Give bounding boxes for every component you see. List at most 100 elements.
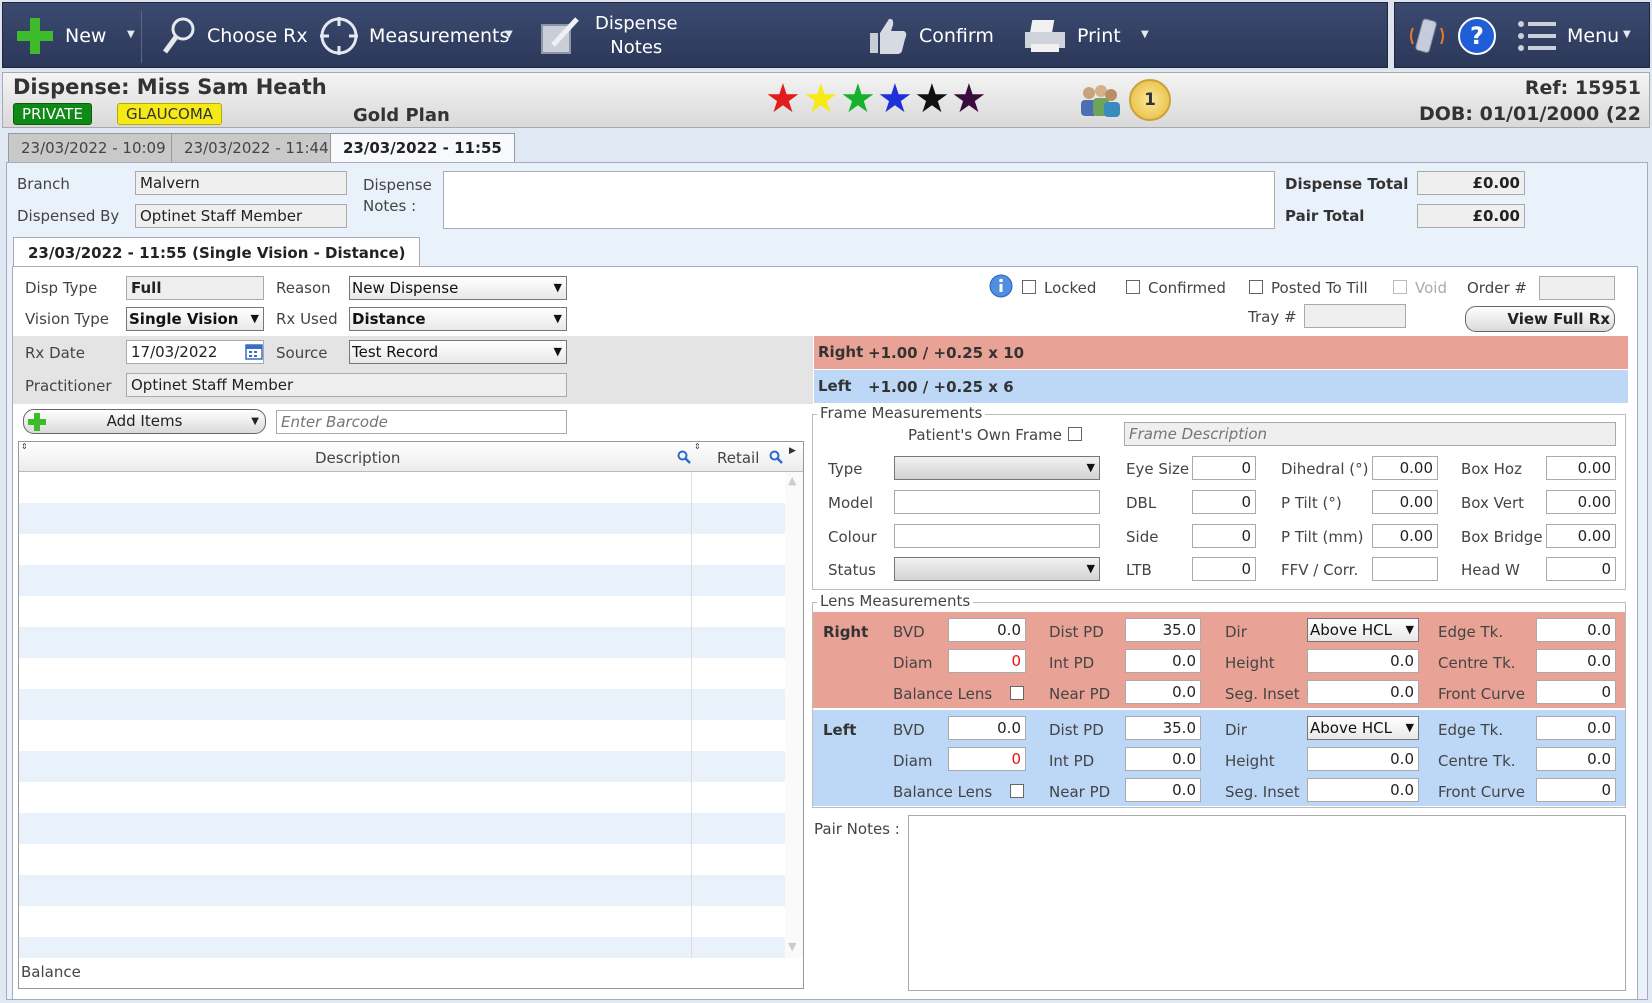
scroll-down-icon[interactable]: ▼: [788, 940, 796, 953]
sort-icon[interactable]: ⇕: [21, 442, 28, 451]
left-dist-pd-field[interactable]: 35.0: [1125, 716, 1201, 740]
right-centre-thickness-field[interactable]: 0.0: [1536, 649, 1616, 673]
tab-dispense-1[interactable]: 23/03/2022 - 10:09: [8, 133, 179, 163]
black-star-icon[interactable]: ★: [914, 79, 950, 119]
right-edge-thickness-field[interactable]: 0.0: [1536, 618, 1616, 642]
table-row[interactable]: [19, 658, 785, 689]
scroll-right-icon[interactable]: ▶: [789, 446, 796, 456]
table-row[interactable]: [19, 565, 785, 596]
right-dist-pd-field[interactable]: 35.0: [1125, 618, 1201, 642]
right-diameter-field[interactable]: 0: [948, 649, 1026, 673]
ltb-field[interactable]: 0: [1192, 557, 1256, 581]
add-items-button[interactable]: Add Items ▼: [23, 409, 266, 434]
confirmed-checkbox[interactable]: [1126, 280, 1140, 294]
confirm-button[interactable]: Confirm: [867, 11, 994, 61]
choose-rx-button[interactable]: Choose Rx: [161, 11, 308, 61]
dispense-notes-button[interactable]: Dispense Notes: [539, 11, 678, 61]
mobile-phone-button[interactable]: [1407, 11, 1447, 61]
practitioner-field[interactable]: Optinet Staff Member: [126, 373, 567, 397]
frame-description-input[interactable]: [1124, 422, 1616, 446]
left-height-field[interactable]: 0.0: [1307, 747, 1419, 771]
tab-dispense-2[interactable]: 23/03/2022 - 11:44: [171, 133, 342, 163]
left-seg-inset-field[interactable]: 0.0: [1307, 778, 1419, 802]
table-row[interactable]: [19, 689, 785, 720]
left-centre-thickness-field[interactable]: 0.0: [1536, 747, 1616, 771]
right-int-pd-field[interactable]: 0.0: [1125, 649, 1201, 673]
menu-dropdown-caret-icon[interactable]: ▼: [1623, 29, 1631, 40]
source-select[interactable]: Test Record: [349, 340, 567, 364]
search-icon[interactable]: [677, 450, 691, 464]
right-front-curve-field[interactable]: 0: [1536, 680, 1616, 704]
new-button[interactable]: New: [15, 11, 106, 61]
barcode-input[interactable]: [276, 410, 567, 434]
table-row[interactable]: [19, 503, 785, 534]
sort-icon[interactable]: ⇕: [694, 442, 701, 451]
scroll-up-icon[interactable]: ▲: [788, 474, 796, 487]
table-row[interactable]: [19, 875, 785, 906]
frame-model-field[interactable]: [894, 490, 1100, 514]
menu-button[interactable]: Menu: [1517, 11, 1619, 61]
tray-number-field[interactable]: [1304, 304, 1406, 328]
col-retail[interactable]: Retail: [717, 449, 759, 467]
frame-colour-field[interactable]: [894, 524, 1100, 548]
table-row[interactable]: [19, 534, 785, 565]
disp-type-field[interactable]: Full: [126, 276, 264, 300]
frame-status-select[interactable]: [894, 557, 1100, 581]
measurements-button[interactable]: Measurements: [319, 11, 509, 61]
left-edge-thickness-field[interactable]: 0.0: [1536, 716, 1616, 740]
right-seg-inset-field[interactable]: 0.0: [1307, 680, 1419, 704]
table-row[interactable]: [19, 720, 785, 751]
void-checkbox[interactable]: [1393, 280, 1407, 294]
box-vert-field[interactable]: 0.00: [1546, 490, 1616, 514]
vision-type-select[interactable]: Single Vision: [126, 307, 264, 331]
table-row[interactable]: [19, 751, 785, 782]
purple-star-icon[interactable]: ★: [951, 79, 987, 119]
eye-size-field[interactable]: 0: [1192, 456, 1256, 480]
calendar-icon[interactable]: [245, 342, 263, 360]
pantoscopic-tilt-mm-field[interactable]: 0.00: [1372, 524, 1438, 548]
reason-select[interactable]: New Dispense: [349, 276, 567, 300]
left-front-curve-field[interactable]: 0: [1536, 778, 1616, 802]
green-star-icon[interactable]: ★: [840, 79, 876, 119]
dihedral-field[interactable]: 0.00: [1372, 456, 1438, 480]
table-row[interactable]: [19, 937, 785, 958]
patients-own-frame-checkbox[interactable]: [1068, 427, 1082, 441]
branch-field[interactable]: Malvern: [135, 171, 347, 195]
pair-notes-textarea[interactable]: [908, 815, 1626, 991]
view-full-rx-button[interactable]: View Full Rx: [1465, 306, 1615, 332]
box-hoz-field[interactable]: 0.00: [1546, 456, 1616, 480]
pantoscopic-tilt-field[interactable]: 0.00: [1372, 490, 1438, 514]
blue-star-icon[interactable]: ★: [877, 79, 913, 119]
yellow-star-icon[interactable]: ★: [803, 79, 839, 119]
left-diameter-field[interactable]: 0: [948, 747, 1026, 771]
box-bridge-field[interactable]: 0.00: [1546, 524, 1616, 548]
table-row[interactable]: [19, 813, 785, 844]
ffv-corr-field[interactable]: [1372, 557, 1438, 581]
new-dropdown-caret-icon[interactable]: ▼: [127, 29, 135, 40]
count-badge[interactable]: 1: [1129, 79, 1171, 121]
tab-pair[interactable]: 23/03/2022 - 11:55 (Single Vision - Dist…: [13, 237, 421, 269]
head-width-field[interactable]: 0: [1546, 557, 1616, 581]
table-row[interactable]: [19, 627, 785, 658]
locked-checkbox[interactable]: [1022, 280, 1036, 294]
print-dropdown-caret-icon[interactable]: ▼: [1141, 29, 1149, 40]
right-bvd-field[interactable]: 0.0: [948, 618, 1026, 642]
dbl-field[interactable]: 0: [1192, 490, 1256, 514]
table-row[interactable]: [19, 906, 785, 937]
red-star-icon[interactable]: ★: [765, 79, 801, 119]
right-dir-select[interactable]: Above HCL: [1307, 618, 1419, 642]
info-icon[interactable]: [989, 274, 1013, 298]
dispense-notes-textarea[interactable]: [443, 171, 1275, 229]
left-dir-select[interactable]: Above HCL: [1307, 716, 1419, 740]
table-row[interactable]: [19, 844, 785, 875]
side-field[interactable]: 0: [1192, 524, 1256, 548]
family-group-icon[interactable]: [1077, 83, 1123, 119]
print-button[interactable]: Print: [1023, 11, 1121, 61]
rx-used-select[interactable]: Distance: [349, 307, 567, 331]
rx-date-field[interactable]: 17/03/2022: [126, 340, 264, 364]
left-balance-lens-checkbox[interactable]: [1010, 784, 1024, 798]
table-row[interactable]: [19, 472, 785, 503]
right-height-field[interactable]: 0.0: [1307, 649, 1419, 673]
dispensed-by-field[interactable]: Optinet Staff Member: [135, 204, 347, 228]
left-near-pd-field[interactable]: 0.0: [1125, 778, 1201, 802]
